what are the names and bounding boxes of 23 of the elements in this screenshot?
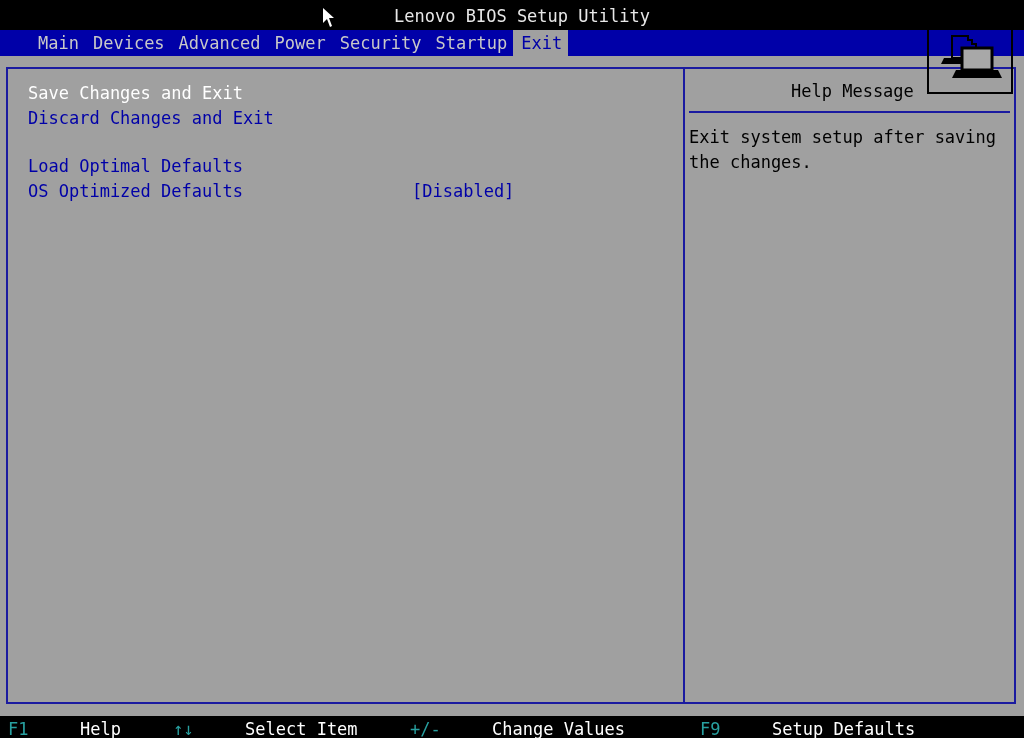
menu-item[interactable]: Load Optimal Defaults [28, 154, 412, 179]
key-hint: +/- [410, 718, 442, 738]
menu-tab[interactable]: Exit [513, 30, 569, 56]
key-hint: F1 [8, 718, 30, 738]
key-hint: F9 [700, 718, 722, 738]
menu-tab[interactable]: Advanced [170, 30, 267, 56]
menu-tab[interactable]: Main [30, 30, 85, 56]
help-title: Help Message [689, 69, 1010, 113]
menu-tab[interactable]: Startup [427, 30, 514, 56]
option-value[interactable]: [Disabled] [412, 178, 515, 203]
help-text: Exit system setup after saving the changes. [688, 126, 998, 174]
window-title: Lenovo BIOS Setup Utility [393, 5, 650, 28]
key-hint: ↑↓ [173, 718, 195, 738]
key-label: Setup Defaults [772, 718, 916, 738]
key-label: Select Item [245, 718, 358, 738]
menu-item[interactable]: OS Optimized Defaults [28, 178, 412, 203]
key-label: Help [80, 718, 121, 738]
menu-tab[interactable]: Power [266, 30, 332, 56]
menu-tab[interactable]: Devices [84, 30, 171, 56]
mouse-pointer-icon [323, 8, 335, 28]
menu-item[interactable]: Discard Changes and Exit [28, 105, 412, 130]
key-label: Change Values [492, 718, 626, 738]
menu-tab[interactable]: Security [331, 30, 428, 56]
